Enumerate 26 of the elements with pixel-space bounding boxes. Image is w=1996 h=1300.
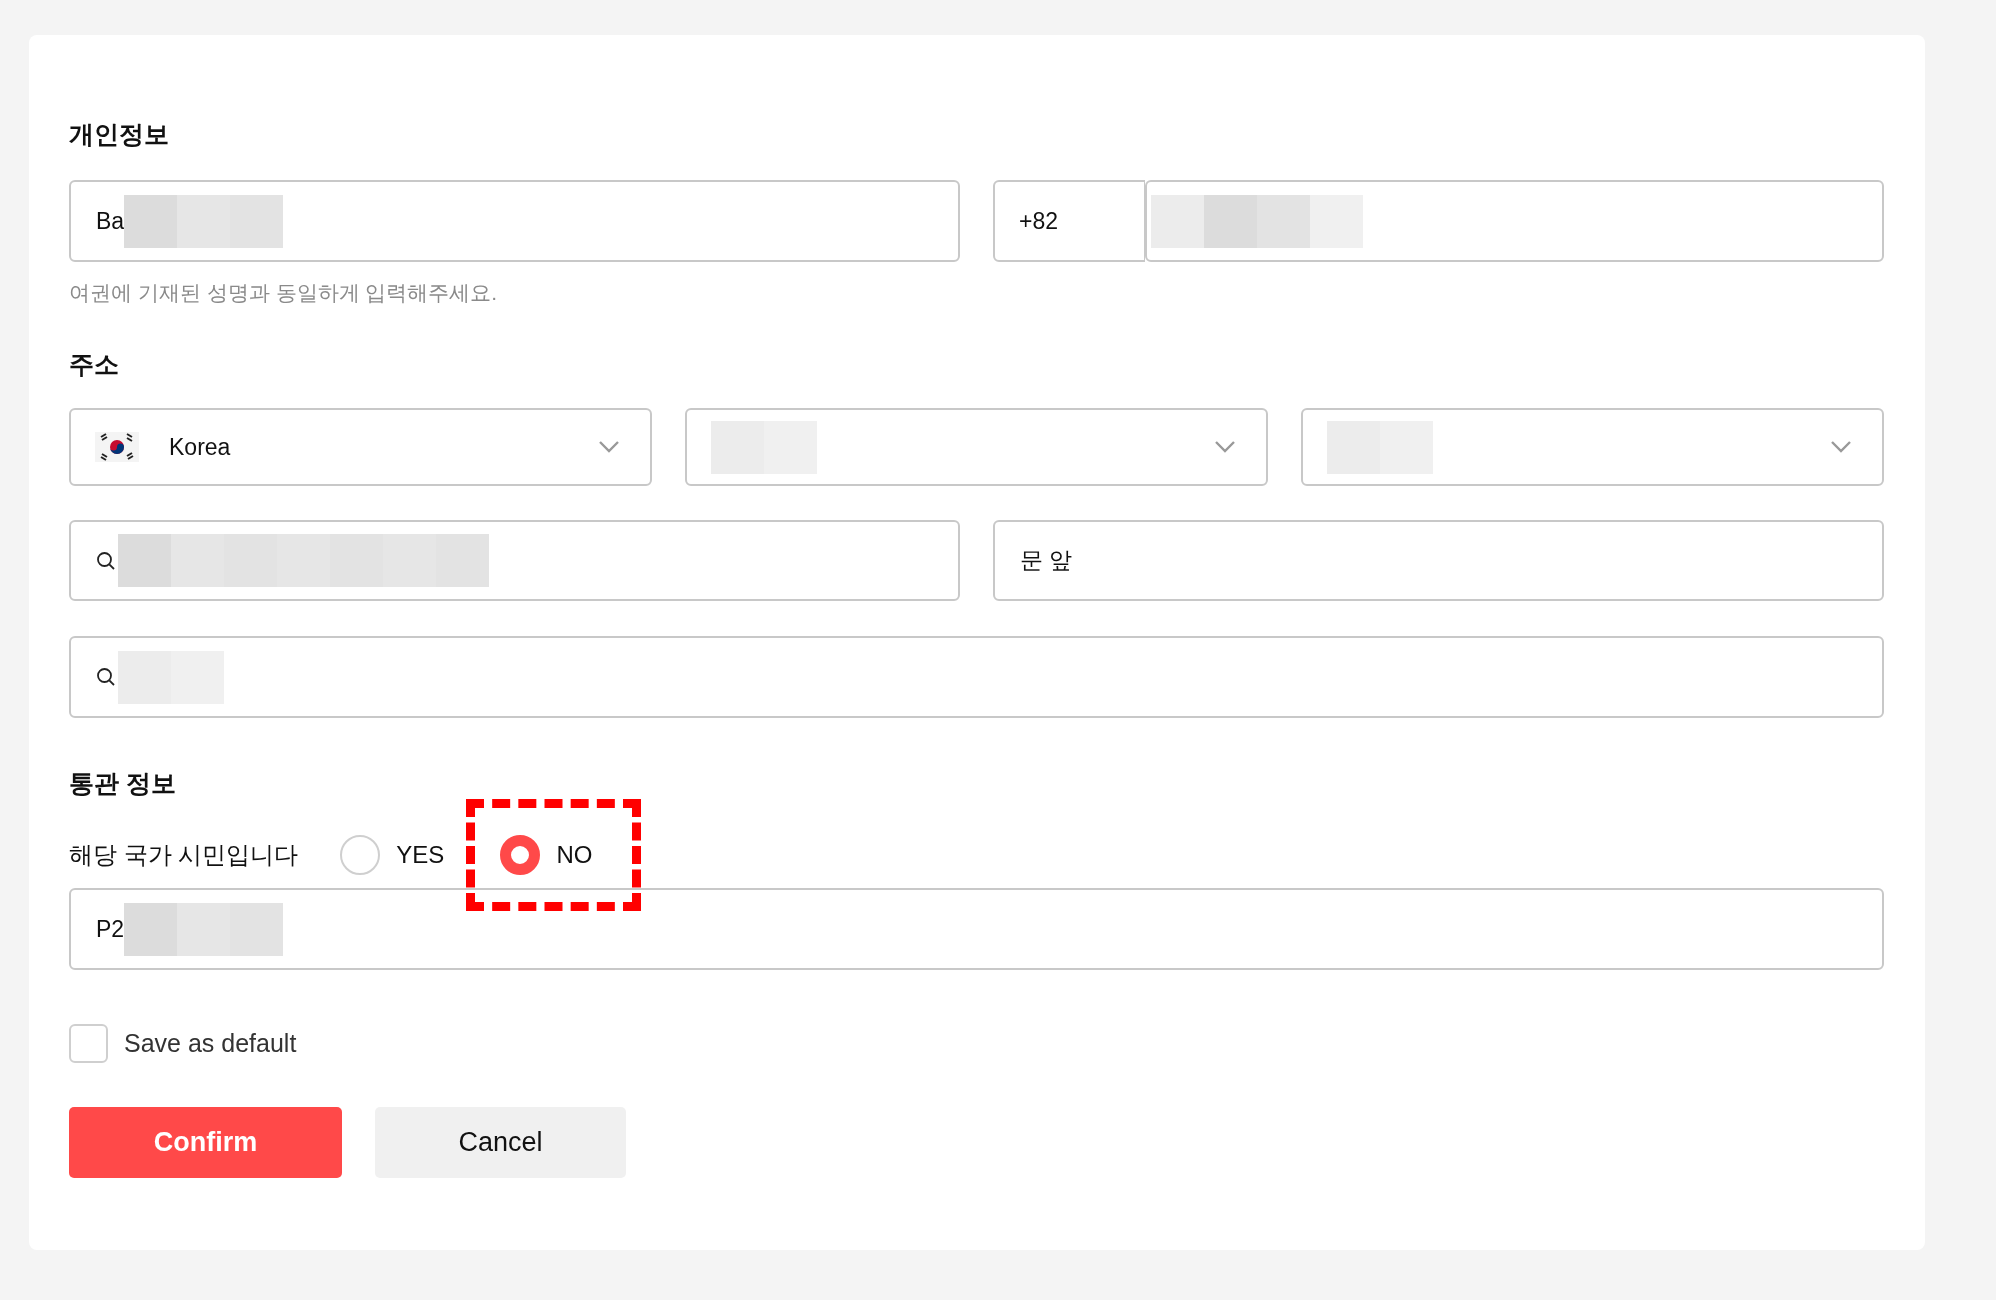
search-icon [96, 550, 116, 571]
chevron-down-icon [1830, 440, 1852, 454]
section-heading: 통관 정보 [69, 768, 177, 799]
section-heading: 개인정보 [69, 119, 170, 150]
name-field[interactable]: Ba [69, 180, 960, 262]
search-icon [96, 667, 116, 687]
radio-option[interactable]: NO [500, 835, 593, 875]
chevron-down-icon [1214, 440, 1236, 454]
checkbox-label: Save as default [124, 1029, 297, 1058]
country-select[interactable]: Korea [69, 408, 652, 486]
checkbox[interactable] [69, 1024, 108, 1063]
chevron-down-icon [598, 440, 620, 454]
address-search-field[interactable] [69, 520, 960, 601]
section-heading: 주소 [69, 349, 120, 380]
hint-text: 여권에 기재된 성명과 동일하게 입력해주세요. [69, 280, 499, 306]
phone-field[interactable] [1145, 180, 1884, 262]
address-detail-field[interactable]: 문 앞 [993, 520, 1884, 601]
radio-icon[interactable] [500, 835, 541, 875]
address-search-field[interactable] [69, 636, 1884, 718]
passport-field[interactable]: P2 [69, 888, 1884, 970]
question-label: 해당 국가 시민입니다 [69, 840, 299, 870]
radio-option[interactable]: YES [340, 835, 445, 875]
cancel-button[interactable]: Cancel [375, 1107, 626, 1178]
region-select[interactable] [685, 408, 1268, 486]
region-select[interactable] [1301, 408, 1884, 486]
radio-icon[interactable] [340, 835, 381, 875]
